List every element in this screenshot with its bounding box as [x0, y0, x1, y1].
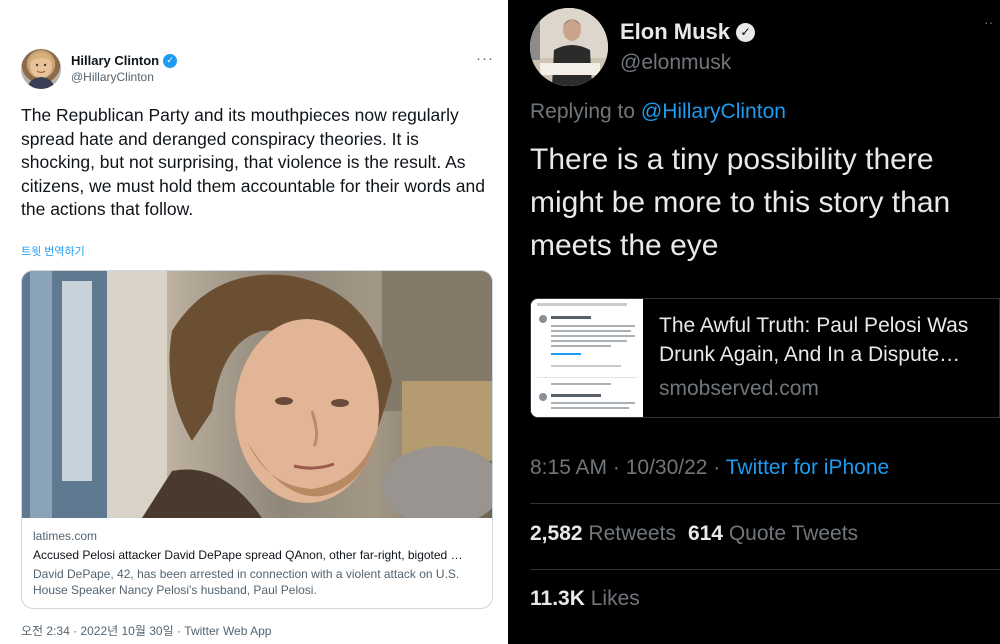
- tweet-timestamp[interactable]: 오전 2:34 · 2022년 10월 30일 · Twitter Web Ap…: [21, 622, 271, 639]
- author-name-text[interactable]: Hillary Clinton: [71, 53, 159, 68]
- tweet-text: There is a tiny possibility there might …: [530, 143, 951, 262]
- divider: [530, 503, 1000, 504]
- card-domain: latimes.com: [33, 529, 98, 543]
- retweets-count: 2,582: [530, 522, 583, 545]
- retweets-label: Retweets: [588, 522, 676, 545]
- replying-prefix: Replying to: [530, 100, 636, 123]
- likes-label: Likes: [590, 587, 640, 610]
- author-name[interactable]: Elon Musk ✓: [620, 19, 756, 45]
- card-description: David DePape, 42, has been arrested in c…: [33, 567, 460, 597]
- quote-tweets-count: 614: [687, 522, 723, 545]
- likes-stat[interactable]: 11.3K Likes: [530, 587, 640, 611]
- verified-badge-icon: ✓: [163, 53, 178, 68]
- card-title-line2: Drunk Again, And In a Dispute…: [659, 343, 961, 366]
- verified-badge-icon: ✓: [736, 22, 756, 42]
- replying-mention-link[interactable]: @HillaryClinton: [641, 100, 786, 123]
- tweet-source-link[interactable]: Twitter for iPhone: [726, 456, 889, 479]
- likes-count: 11.3K: [530, 587, 585, 610]
- hillary-avatar[interactable]: [21, 49, 61, 89]
- card-title: Accused Pelosi attacker David DePape spr…: [33, 548, 463, 562]
- translate-tweet-link[interactable]: 트윗 번역하기: [21, 243, 85, 259]
- link-preview-card[interactable]: latimes.com Accused Pelosi attacker Davi…: [21, 270, 493, 609]
- tweet-timestamp: 8:15 AM · 10/30/22 · Twitter for iPhone: [530, 456, 889, 480]
- elon-avatar[interactable]: [530, 8, 608, 86]
- more-options-icon[interactable]: ··: [984, 14, 993, 30]
- link-preview-card[interactable]: The Awful Truth: Paul Pelosi Was Drunk A…: [530, 298, 1000, 418]
- more-options-icon[interactable]: ···: [476, 50, 494, 67]
- author-handle[interactable]: @elonmusk: [620, 51, 731, 75]
- card-photo: [22, 271, 492, 518]
- card-title-line1: The Awful Truth: Paul Pelosi Was: [659, 314, 969, 337]
- elon-tweet-panel: Elon Musk ✓ @elonmusk ·· Replying to @Hi…: [508, 0, 1000, 644]
- tweet-text: The Republican Party and its mouthpieces…: [21, 105, 485, 219]
- retweets-stat[interactable]: 2,582 Retweets: [530, 522, 676, 546]
- quote-tweets-label: Quote Tweets: [728, 522, 859, 545]
- hillary-tweet-panel: Hillary Clinton ✓ @HillaryClinton ··· Th…: [0, 0, 508, 644]
- card-thumbnail: [531, 299, 643, 417]
- tweet-time[interactable]: 8:15 AM · 10/30/22 ·: [530, 456, 720, 479]
- author-name-text[interactable]: Elon Musk: [620, 19, 730, 45]
- author-name[interactable]: Hillary Clinton ✓: [71, 53, 178, 68]
- divider: [530, 569, 1000, 570]
- replying-to: Replying to @HillaryClinton: [530, 100, 786, 124]
- card-domain: smobserved.com: [659, 377, 819, 400]
- author-handle[interactable]: @HillaryClinton: [71, 70, 154, 84]
- quote-tweets-stat[interactable]: 614 Quote Tweets: [688, 522, 858, 546]
- engagement-stats: 2,582 Retweets 614 Quote Tweets: [530, 522, 858, 546]
